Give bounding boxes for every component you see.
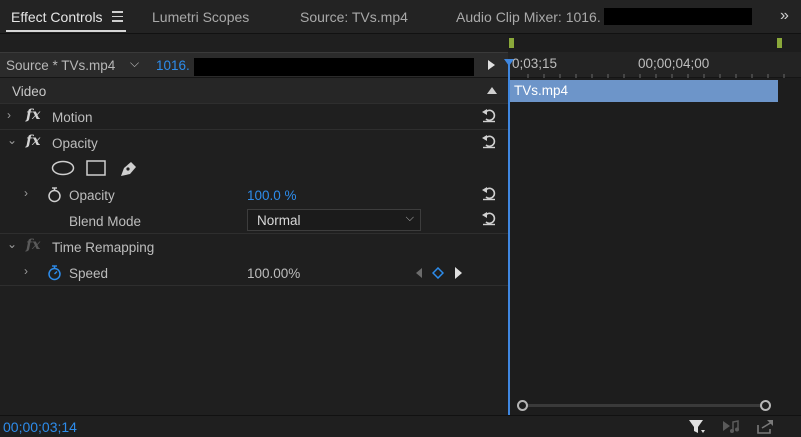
collapse-up-icon[interactable] (487, 86, 497, 94)
stopwatch-icon[interactable] (47, 187, 62, 203)
redaction-block (194, 58, 474, 76)
show-timeline-toggle-icon[interactable] (488, 60, 495, 70)
timeline-clip-label: TVs.mp4 (514, 83, 569, 98)
ruler-ticks (527, 74, 785, 78)
filter-icon[interactable] (688, 419, 706, 435)
tab-audio-clip-mixer[interactable]: Audio Clip Mixer: 1016. (456, 9, 601, 25)
export-frame-icon[interactable] (756, 419, 774, 435)
next-keyframe-icon[interactable] (454, 267, 463, 279)
scrollbar-left-handle[interactable] (517, 400, 528, 411)
effect-label-motion: Motion (52, 110, 93, 125)
param-label-opacity: Opacity (69, 188, 115, 203)
playhead[interactable] (508, 62, 510, 415)
active-tab-indicator (6, 30, 126, 32)
video-section-header: Video (0, 78, 508, 104)
param-row-opacity: › Opacity 100.0 % (0, 182, 508, 208)
tab-source[interactable]: Source: TVs.mp4 (300, 9, 408, 25)
effect-timeline-panel: 0;03;15 00;00;04;00 TVs.mp4 (504, 34, 801, 415)
scrollbar-track[interactable] (523, 404, 765, 407)
chevron-down-icon: ⌵ (405, 212, 414, 224)
param-row-speed: › Speed 100.00% (0, 260, 508, 286)
reset-parameter-icon[interactable] (481, 133, 497, 149)
effect-row-opacity[interactable]: ⌄ fx Opacity (0, 130, 508, 156)
tab-overflow-icon[interactable]: » (780, 7, 789, 25)
play-audio-icon[interactable] (722, 419, 740, 435)
timeline-clip[interactable]: TVs.mp4 (510, 80, 778, 102)
param-row-blend-mode: Blend Mode Normal ⌵ (0, 208, 508, 234)
chevron-down-icon[interactable]: ⌵ (130, 56, 139, 71)
expand-chevron-icon[interactable]: › (24, 264, 28, 278)
mask-tools-row (0, 156, 508, 182)
effect-label-time-remapping: Time Remapping (52, 240, 155, 255)
timeline-zoom-scrollbar[interactable] (517, 400, 771, 411)
expand-chevron-icon[interactable]: › (24, 186, 28, 200)
current-timecode[interactable]: 00;00;03;14 (3, 419, 77, 435)
redaction-block (604, 8, 752, 25)
out-point-marker[interactable] (777, 38, 782, 48)
effect-label-opacity: Opacity (52, 136, 98, 151)
video-header-label: Video (12, 84, 47, 99)
scrollbar-right-handle[interactable] (760, 400, 771, 411)
tab-effect-controls[interactable]: Effect Controls (11, 9, 103, 25)
blend-mode-value: Normal (257, 213, 301, 228)
expand-chevron-icon[interactable]: › (7, 108, 11, 122)
param-label-blend-mode: Blend Mode (69, 214, 142, 229)
reset-parameter-icon[interactable] (481, 107, 497, 123)
ruler-time-label: 00;00;04;00 (638, 56, 710, 71)
pen-mask-icon[interactable] (119, 159, 139, 177)
fx-toggle-icon: fx (26, 237, 41, 253)
fx-toggle-icon[interactable]: fx (26, 107, 40, 123)
add-keyframe-icon[interactable] (432, 267, 444, 279)
speed-value[interactable]: 100.00% (247, 266, 300, 281)
sequence-clip-label[interactable]: 1016. (156, 58, 190, 73)
panel-menu-icon[interactable] (112, 11, 123, 25)
effect-row-time-remapping[interactable]: ⌄ fx Time Remapping (0, 234, 508, 260)
stopwatch-active-icon[interactable] (47, 265, 62, 281)
in-point-marker[interactable] (509, 38, 514, 48)
collapse-chevron-icon[interactable]: ⌄ (7, 133, 17, 147)
panel-tab-bar: Effect Controls Lumetri Scopes Source: T… (0, 0, 801, 34)
previous-keyframe-icon[interactable] (415, 268, 423, 278)
ruler-time-label: 0;03;15 (512, 56, 558, 71)
time-ruler[interactable]: 0;03;15 00;00;04;00 (508, 52, 801, 78)
ellipse-mask-icon[interactable] (51, 160, 75, 176)
status-bar: 00;00;03;14 (0, 415, 801, 437)
collapse-chevron-icon[interactable]: ⌄ (7, 237, 17, 251)
source-clip-label[interactable]: Source * TVs.mp4 (6, 58, 115, 73)
clip-selector-bar: Source * TVs.mp4 ⌵ 1016. (0, 52, 508, 78)
tab-lumetri-scopes[interactable]: Lumetri Scopes (152, 9, 249, 25)
effect-row-motion[interactable]: › fx Motion (0, 104, 508, 130)
playhead-handle-icon[interactable] (504, 59, 514, 67)
blend-mode-select[interactable]: Normal ⌵ (247, 209, 421, 231)
opacity-value[interactable]: 100.0 % (247, 188, 297, 203)
rectangle-mask-icon[interactable] (86, 160, 106, 176)
effect-controls-panel: Source * TVs.mp4 ⌵ 1016. Video › fx Moti… (0, 34, 508, 415)
reset-parameter-icon[interactable] (481, 185, 497, 201)
fx-toggle-icon[interactable]: fx (26, 133, 40, 149)
reset-parameter-icon[interactable] (481, 210, 497, 226)
param-label-speed: Speed (69, 266, 109, 281)
